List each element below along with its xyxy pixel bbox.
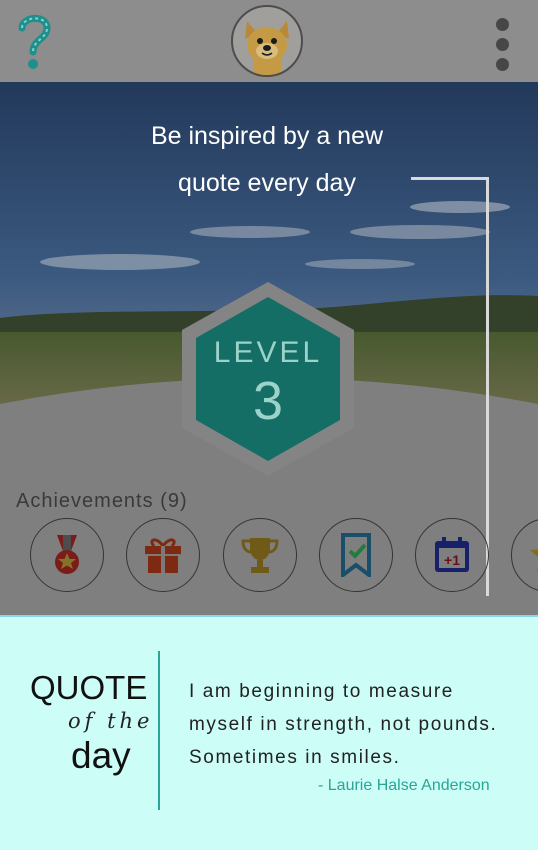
quote-heading-day: day <box>71 735 131 776</box>
calendar-plus-one-icon: +1 <box>435 537 469 572</box>
quote-of-the-day-panel: QUOTE of the day I am beginning to measu… <box>0 615 538 850</box>
quote-author: - Laurie Halse Anderson <box>318 777 490 794</box>
achievement-trophy[interactable] <box>223 518 297 592</box>
level-label: LEVEL <box>213 336 323 369</box>
quote-divider <box>158 651 160 810</box>
hero-section: Be inspired by a new quote every day LEV… <box>0 82 538 615</box>
quote-heading-quote: QUOTE <box>30 669 148 706</box>
tooltip-line: quote every day <box>178 169 356 197</box>
quote-text: I am beginning to measure myself in stre… <box>189 675 529 774</box>
dog-avatar-icon <box>245 21 289 75</box>
tooltip-line: Be inspired by a new <box>150 122 384 150</box>
question-mark-icon[interactable] <box>14 12 54 72</box>
star-icon <box>530 549 538 572</box>
trophy-icon <box>241 538 279 573</box>
app-header <box>0 0 538 82</box>
svg-text:+1: +1 <box>444 552 460 568</box>
quote-line: myself in strength, not pounds. <box>189 714 498 735</box>
achievements-title: Achievements (9) <box>16 490 188 512</box>
quote-line: I am beginning to measure <box>189 681 454 702</box>
achievement-star[interactable] <box>511 518 538 592</box>
bookmark-check-icon <box>341 533 371 577</box>
kebab-menu-icon[interactable] <box>494 18 510 71</box>
achievement-medal[interactable] <box>30 518 104 592</box>
level-number: 3 <box>252 371 284 431</box>
achievements-list: +1 <box>0 518 538 598</box>
achievement-bookmark[interactable] <box>319 518 393 592</box>
tooltip-pointer-line <box>411 177 489 180</box>
avatar[interactable] <box>231 5 303 77</box>
quote-line: Sometimes in smiles. <box>189 747 401 768</box>
achievement-gift[interactable] <box>126 518 200 592</box>
level-badge[interactable]: LEVEL 3 <box>182 282 354 476</box>
tooltip-text: Be inspired by a new quote every day <box>122 113 412 207</box>
medal-icon <box>55 535 79 574</box>
achievement-calendar[interactable]: +1 <box>415 518 489 592</box>
quote-heading-of-the: of the <box>68 709 154 733</box>
gift-icon <box>145 538 181 573</box>
